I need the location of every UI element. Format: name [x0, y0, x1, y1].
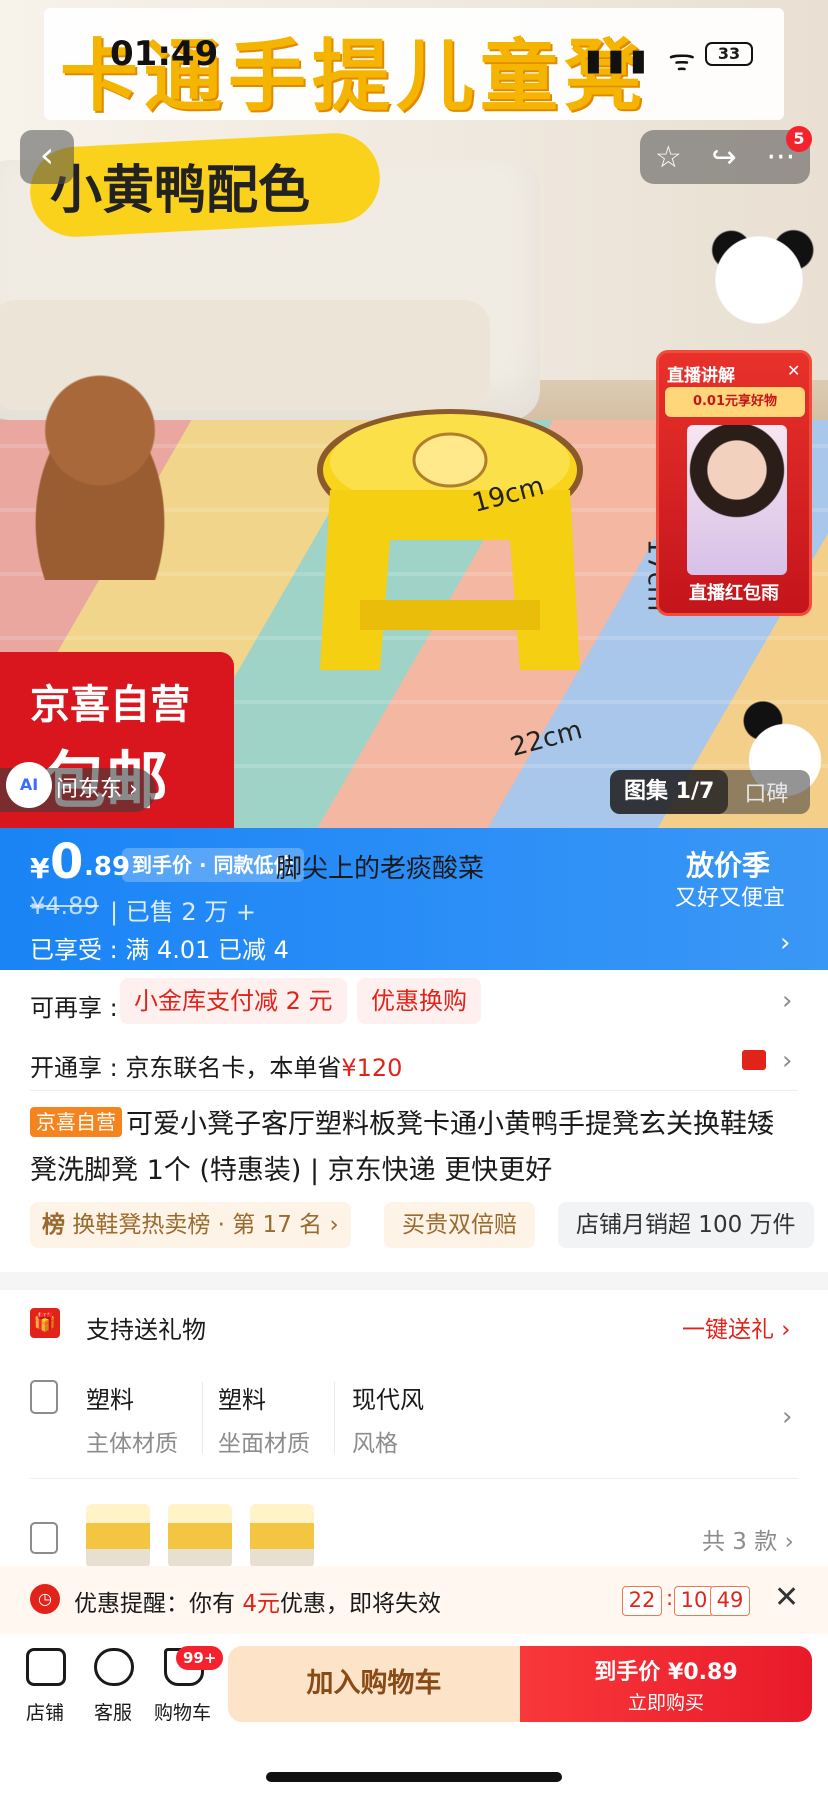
countdown-hours: 22 [622, 1586, 662, 1616]
sku-thumbnail[interactable] [86, 1504, 150, 1568]
store-icon[interactable] [26, 1648, 66, 1686]
membership-row[interactable]: 开通享 : 京东联名卡，本单省¥120 [30, 1048, 402, 1083]
section-separator [0, 1272, 828, 1290]
message-badge: 5 [786, 126, 812, 152]
attr-divider [202, 1382, 203, 1454]
reviews-tab[interactable]: 口碑 [728, 776, 788, 808]
offer-pill-exchange[interactable]: 优惠换购 [357, 978, 481, 1024]
ranking-badge[interactable]: 榜 换鞋凳热卖榜 · 第 17 名 › [30, 1202, 351, 1248]
ranking-text: 换鞋凳热卖榜 · 第 17 名 › [72, 1212, 339, 1238]
back-button[interactable]: ‹ [20, 130, 74, 184]
hero-stool-image [317, 409, 583, 670]
sku-thumbnail[interactable] [250, 1504, 314, 1568]
membership-text: 开通享 : 京东联名卡，本单省 [30, 1054, 342, 1082]
discount-detail-chevron-icon[interactable]: › [780, 928, 790, 958]
price-integer: 0 [50, 834, 84, 890]
self-operated-text: 京喜自营 [30, 682, 190, 728]
gallery-tab[interactable]: 图集 1/7 [610, 770, 729, 814]
favorite-star-icon[interactable]: ☆ [655, 140, 682, 175]
attr-key: 风格 [352, 1431, 398, 1457]
home-indicator [266, 1772, 562, 1782]
hero-color-tag-text: 小黄鸭配色 [50, 160, 311, 221]
top-actions: ☆ ↪ ··· [640, 130, 810, 184]
live-close-icon[interactable]: ✕ [787, 361, 800, 380]
more-offers-chevron-icon[interactable]: › [782, 986, 792, 1016]
attr-key: 坐面材质 [218, 1431, 310, 1457]
countdown-colon: : [666, 1586, 674, 1610]
status-time: 01:49 [110, 34, 219, 74]
countdown-seconds: 49 [710, 1586, 750, 1616]
offer-pill-wallet[interactable]: 小金库支付减 2 元 [120, 978, 347, 1024]
hero-panda-toy [690, 220, 828, 370]
attr-divider [334, 1382, 335, 1454]
live-card-footer: 直播红包雨 [689, 583, 779, 604]
signal-wifi-icon: ▮▮▮ ᯤ [585, 43, 702, 78]
live-stream-card[interactable]: 直播讲解 ✕ 0.01元享好物 直播红包雨 [656, 350, 812, 616]
service-label[interactable]: 客服 [94, 1698, 132, 1725]
reminder-amount: 4元 [242, 1591, 280, 1617]
add-to-cart-button[interactable]: 加入购物车 [228, 1646, 520, 1722]
membership-chevron-icon[interactable]: › [782, 1046, 792, 1076]
live-card-title: 直播讲解 [667, 366, 735, 386]
divider [30, 1090, 798, 1091]
gift-icon: 🎁 [30, 1308, 60, 1338]
battery-icon: 33 [705, 42, 753, 66]
price-guarantee-badge[interactable]: 买贵双倍赔 [384, 1202, 535, 1248]
store-label[interactable]: 店铺 [26, 1698, 64, 1725]
gift-label: 支持送礼物 [86, 1316, 206, 1344]
sku-thumbnail[interactable] [168, 1504, 232, 1568]
document-icon [30, 1380, 58, 1414]
attr-value: 塑料 [218, 1386, 266, 1414]
send-gift-button[interactable]: 一键送礼 › [682, 1310, 791, 1344]
cart-count-badge: 99+ [176, 1646, 224, 1670]
product-title: 可爱小凳子客厅塑料板凳卡通小黄鸭手提凳玄关换鞋矮凳洗脚凳 1个 (特惠装) | … [30, 1109, 774, 1186]
service-icon[interactable] [94, 1648, 134, 1686]
hero-teddy-bear [0, 350, 200, 580]
cart-label[interactable]: 购物车 [154, 1698, 211, 1725]
sku-count[interactable]: 共 3 款 › [702, 1522, 794, 1556]
discount-enjoyed: 已享受 : 满 4.01 已减 4 [30, 936, 289, 964]
countdown-minutes: 10 [674, 1586, 714, 1616]
live-card-banner: 0.01元享好物 [665, 387, 805, 417]
buy-now-label: 立即购买 [627, 1692, 704, 1714]
share-icon[interactable]: ↪ [712, 140, 737, 175]
sold-count: | 已售 2 万 + [110, 898, 256, 926]
reminder-text: 优惠提醒：你有 4元优惠，即将失效 [74, 1591, 441, 1617]
attr-key: 主体材质 [86, 1431, 178, 1457]
card-icon [742, 1050, 766, 1070]
divider [30, 1478, 798, 1479]
close-reminder-icon[interactable]: ✕ [774, 1580, 799, 1615]
buyer-ticker: 脚尖上的老痰酸菜 [276, 854, 485, 884]
promo-subtitle: 又好又便宜 [675, 886, 786, 911]
membership-saving: ¥120 [341, 1054, 403, 1082]
attr-value: 现代风 [352, 1386, 424, 1414]
monthly-sales-badge[interactable]: 店铺月销超 100 万件 [558, 1202, 814, 1248]
live-host-video [687, 425, 787, 575]
more-offers-label: 可再享 : [30, 994, 118, 1022]
original-price: ¥4.89 [30, 892, 99, 920]
rank-icon: 榜 [42, 1212, 65, 1238]
buy-price-label: 到手价 ¥0.89 [594, 1660, 738, 1685]
price-currency: ¥ [30, 852, 50, 885]
title-store-tag: 京喜自营 [30, 1107, 122, 1137]
gallery-switcher[interactable]: 图集 1/7 口碑 [610, 770, 810, 814]
clock-icon: ◷ [30, 1584, 60, 1614]
promo-title: 放价季 [686, 849, 771, 882]
attributes-chevron-icon[interactable]: › [782, 1402, 792, 1432]
ai-avatar-icon: AI [6, 762, 52, 808]
buy-now-button[interactable]: 到手价 ¥0.89 立即购买 [520, 1646, 812, 1722]
sku-check-icon [30, 1522, 58, 1554]
attr-value: 塑料 [86, 1386, 134, 1414]
